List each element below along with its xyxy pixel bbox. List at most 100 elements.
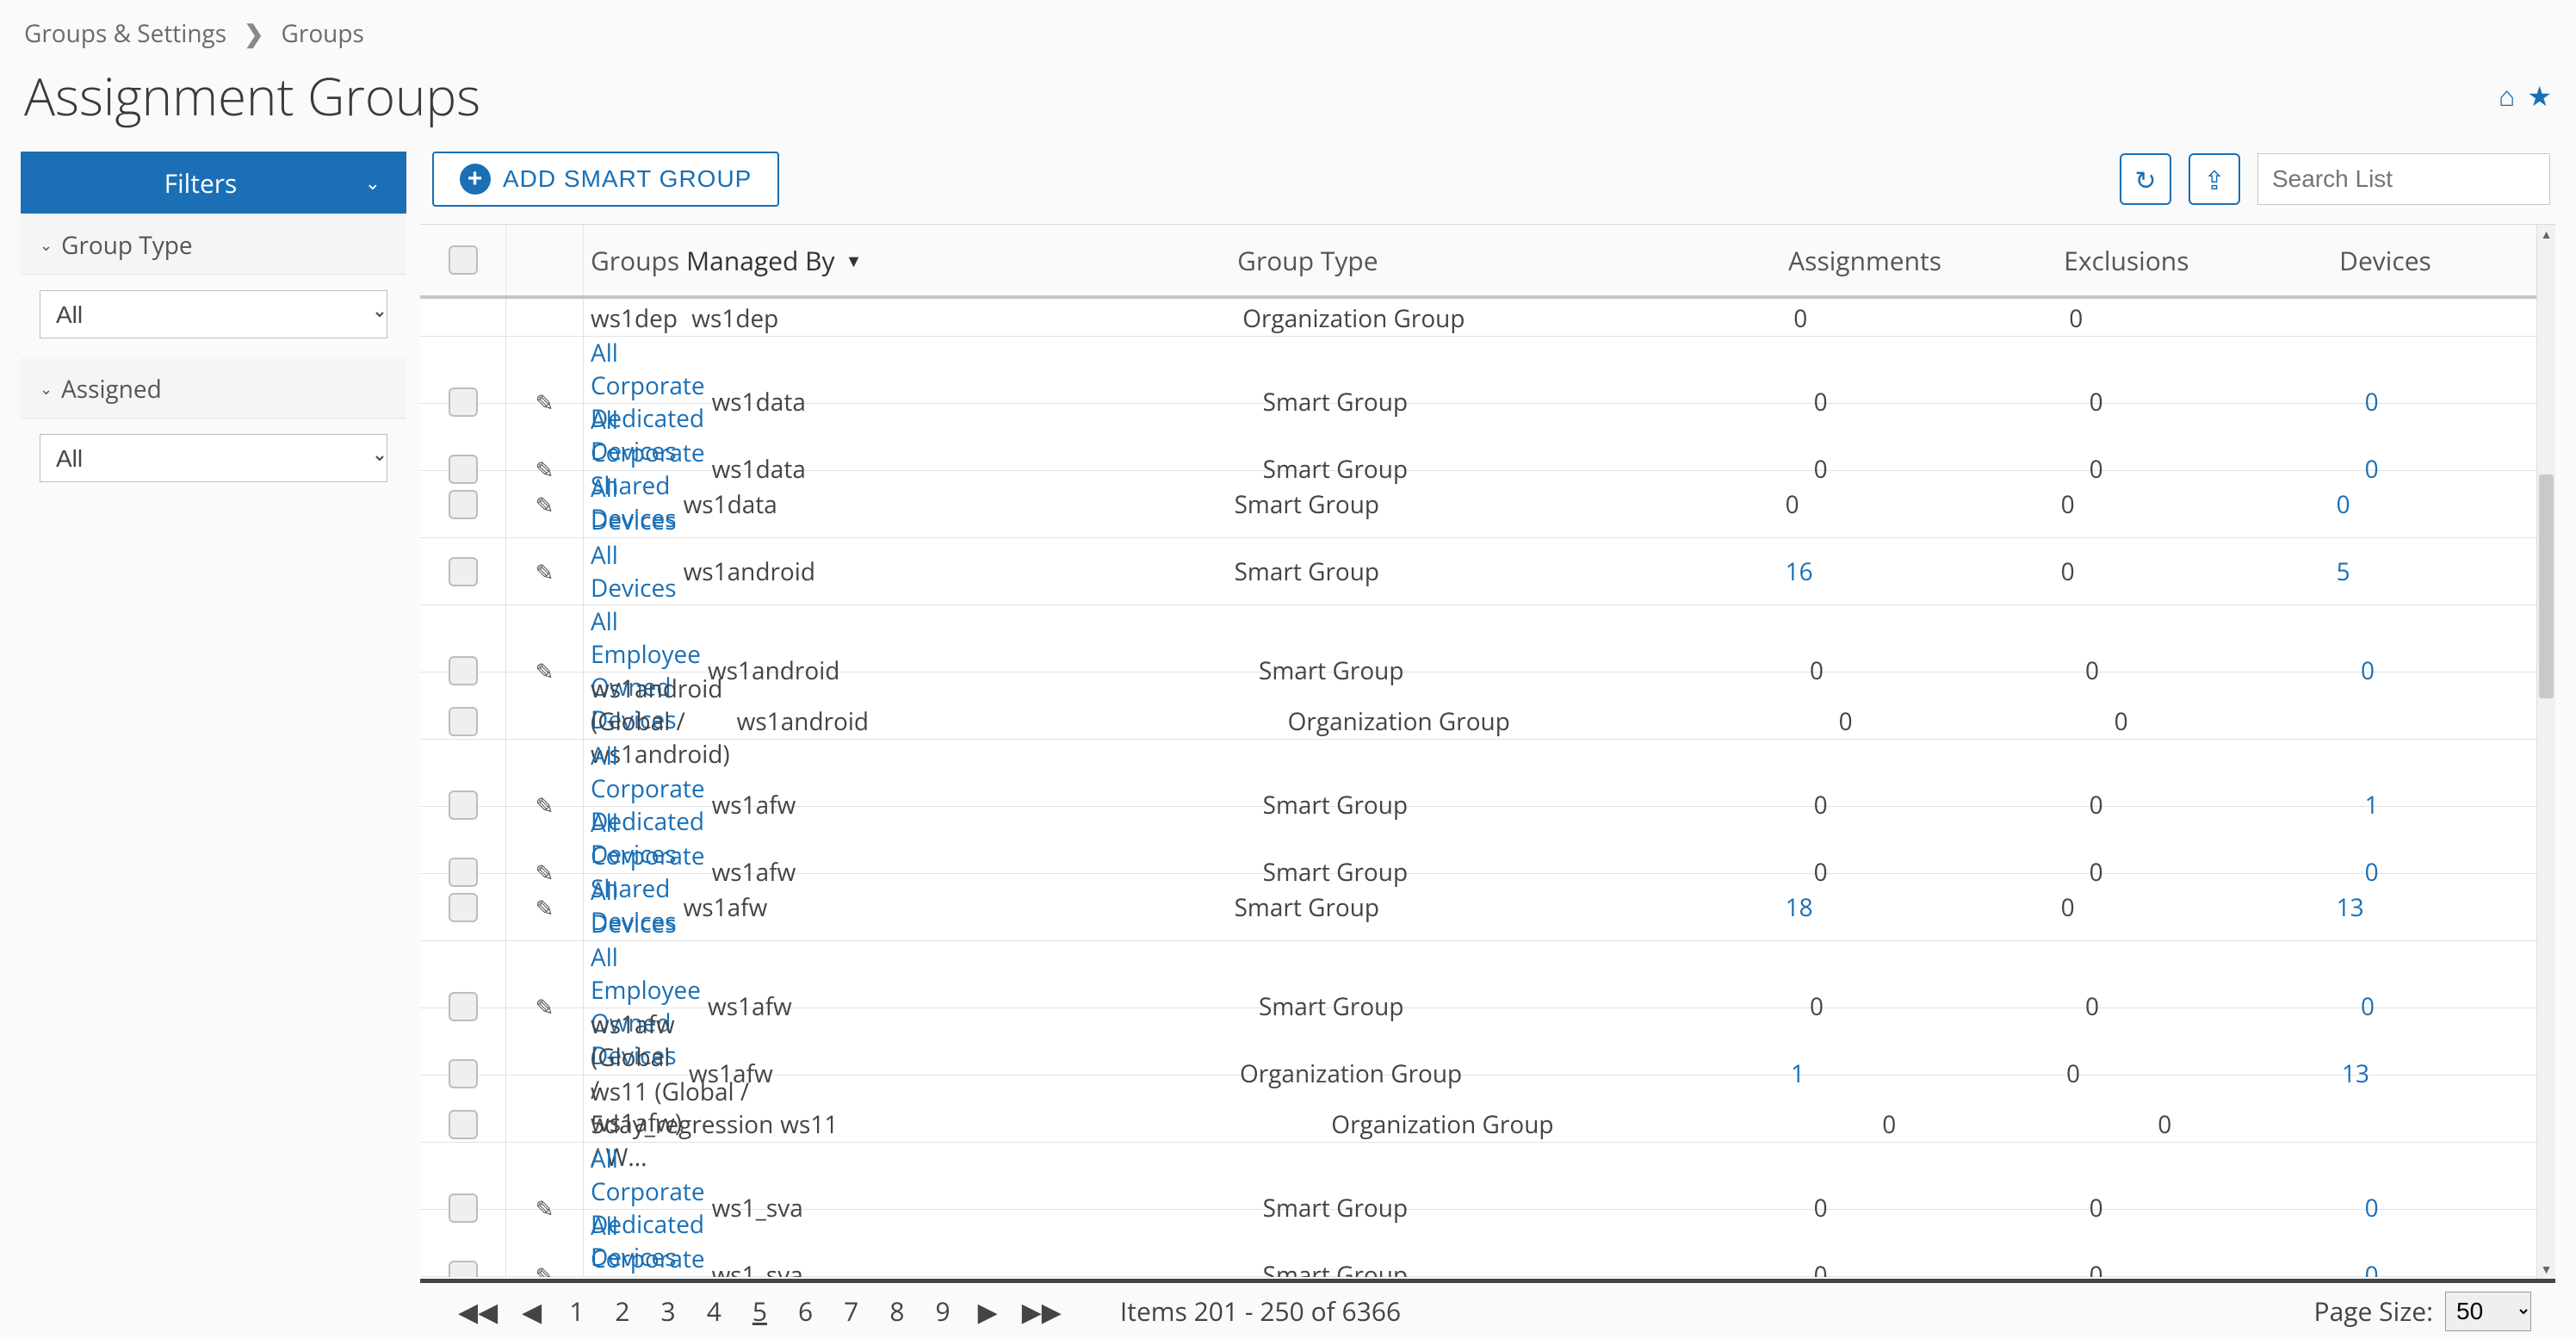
exclusions-cell: 0 — [2108, 705, 2383, 738]
export-button[interactable]: ⇪ — [2189, 153, 2240, 205]
devices-cell[interactable]: 0 — [2365, 453, 2379, 486]
page-size-select[interactable]: 50 — [2445, 1292, 2531, 1331]
col-group-type[interactable]: Group Type — [1230, 243, 1781, 278]
devices-cell[interactable]: 0 — [2365, 1259, 2379, 1277]
devices-cell[interactable]: 0 — [2337, 488, 2350, 521]
exclusions-cell: 0 — [2083, 856, 2358, 889]
group-name[interactable]: All Devices — [591, 875, 677, 940]
devices-cell[interactable]: 0 — [2365, 386, 2379, 418]
managed-by-cell: ws1afw — [705, 856, 1256, 889]
group-name[interactable]: All Corporate Shared Devices — [591, 1210, 705, 1277]
select-all-checkbox[interactable] — [449, 245, 478, 275]
table-row[interactable]: ✎All Corporate Dedicated Devicesws1dataS… — [420, 337, 2555, 404]
exclusions-cell: 0 — [2083, 453, 2358, 486]
prev-page-button[interactable]: ◀ — [522, 1293, 542, 1329]
add-smart-group-button[interactable]: + ADD SMART GROUP — [432, 152, 779, 207]
filters-sidebar: Filters ⌄ ⌄ Group Type All ⌄ Assigned Al… — [21, 152, 406, 1339]
export-icon: ⇪ — [2203, 162, 2225, 197]
table-row[interactable]: ✎All Devicesws1androidSmart Group1605 — [420, 538, 2555, 605]
page-number[interactable]: 1 — [566, 1293, 587, 1329]
assignments-cell[interactable]: 16 — [1786, 555, 1813, 588]
devices-cell[interactable]: 0 — [2365, 856, 2379, 889]
refresh-icon: ↻ — [2134, 162, 2156, 197]
assignments-cell: 0 — [1839, 705, 1853, 738]
breadcrumb: Groups & Settings ❯ Groups — [21, 12, 2555, 53]
col-managed-by[interactable]: Managed By ▼ — [679, 243, 1230, 278]
page-number[interactable]: 7 — [840, 1293, 862, 1329]
devices-cell[interactable]: 0 — [2361, 654, 2375, 687]
col-exclusions[interactable]: Exclusions — [2057, 243, 2332, 278]
assignments-cell: 0 — [1814, 453, 1828, 486]
exclusions-cell: 0 — [2054, 488, 2330, 521]
group-type-cell: Smart Group — [1256, 453, 1807, 486]
row-checkbox[interactable] — [449, 1110, 478, 1139]
managed-by-cell: ws1data — [705, 386, 1256, 418]
exclusions-cell: 0 — [2054, 555, 2330, 588]
refresh-button[interactable]: ↻ — [2120, 153, 2171, 205]
group-name: ws1dep (Global / ws1dep) — [591, 302, 684, 337]
first-page-button[interactable]: ◀◀ — [458, 1293, 498, 1329]
devices-cell[interactable]: 1 — [2365, 789, 2379, 821]
page-number[interactable]: 9 — [932, 1293, 953, 1329]
scroll-down-icon[interactable]: ▼ — [2537, 1260, 2555, 1279]
group-type-cell: Smart Group — [1252, 990, 1803, 1023]
devices-cell[interactable]: 0 — [2365, 1192, 2379, 1224]
row-checkbox[interactable] — [449, 1261, 478, 1277]
assignments-cell: 0 — [1814, 386, 1828, 418]
table-row[interactable]: ✎All Employee Owned Devicesws1afwSmart G… — [420, 941, 2555, 1008]
edit-icon[interactable]: ✎ — [536, 892, 554, 923]
scroll-thumb[interactable] — [2539, 474, 2554, 698]
table-row[interactable]: ✎All Corporate Dedicated Devicesws1afwSm… — [420, 740, 2555, 807]
star-icon[interactable]: ★ — [2527, 77, 2552, 115]
devices-cell[interactable]: 0 — [2361, 990, 2375, 1023]
devices-cell[interactable]: 13 — [2337, 891, 2364, 924]
col-groups[interactable]: Groups — [584, 243, 679, 278]
devices-cell[interactable]: 13 — [2342, 1057, 2369, 1090]
last-page-button[interactable]: ▶▶ — [1022, 1293, 1062, 1329]
page-number[interactable]: 5 — [749, 1293, 771, 1329]
search-input[interactable] — [2257, 153, 2550, 205]
row-checkbox[interactable] — [449, 490, 478, 519]
vertical-scrollbar[interactable]: ▲ ▼ — [2536, 225, 2555, 1279]
table-row[interactable]: ✎All Employee Owned Devicesws1androidSma… — [420, 605, 2555, 673]
chevron-down-icon: ⌄ — [40, 235, 53, 256]
exclusions-cell: 0 — [2083, 1192, 2358, 1224]
row-checkbox[interactable] — [449, 707, 478, 736]
filters-toggle[interactable]: Filters ⌄ — [21, 152, 406, 214]
group-type-cell: Smart Group — [1228, 555, 1779, 588]
assignments-cell[interactable]: 1 — [1791, 1057, 1805, 1090]
group-name[interactable]: All Devices — [591, 472, 677, 537]
edit-icon[interactable]: ✎ — [536, 489, 554, 520]
assignments-cell[interactable]: 18 — [1786, 891, 1813, 924]
row-checkbox[interactable] — [449, 893, 478, 922]
edit-icon[interactable]: ✎ — [536, 556, 554, 587]
assigned-select[interactable]: All — [40, 434, 387, 482]
add-button-label: ADD SMART GROUP — [503, 165, 752, 193]
page-number[interactable]: 6 — [795, 1293, 816, 1329]
group-type-cell: Organization Group — [1281, 705, 1832, 738]
devices-cell[interactable]: 5 — [2337, 555, 2350, 588]
home-icon[interactable]: ⌂ — [2499, 77, 2515, 115]
next-page-button[interactable]: ▶ — [978, 1293, 998, 1329]
group-name[interactable]: All Devices — [591, 539, 677, 604]
managed-by-cell: ws1afw — [705, 789, 1256, 821]
group-type-cell: Organization Group — [1233, 1057, 1784, 1090]
filter-section-group-type[interactable]: ⌄ Group Type — [40, 229, 387, 262]
exclusions-cell: 0 — [2083, 1259, 2358, 1277]
col-assignments[interactable]: Assignments — [1781, 243, 2057, 278]
group-type-cell: Smart Group — [1256, 386, 1807, 418]
breadcrumb-parent[interactable]: Groups & Settings — [24, 17, 226, 50]
page-number[interactable]: 3 — [658, 1293, 679, 1329]
row-checkbox[interactable] — [449, 557, 478, 586]
table-row[interactable]: ws1dep (Global / ws1dep)ws1depOrganizati… — [420, 299, 2555, 337]
scroll-up-icon[interactable]: ▲ — [2537, 225, 2555, 244]
filters-label: Filters — [164, 165, 238, 201]
edit-icon[interactable]: ✎ — [536, 1260, 554, 1277]
group-type-select[interactable]: All — [40, 290, 387, 338]
page-number[interactable]: 4 — [703, 1293, 725, 1329]
page-number[interactable]: 8 — [886, 1293, 907, 1329]
assignments-cell: 0 — [1882, 1108, 1896, 1141]
assignments-cell: 0 — [1810, 990, 1824, 1023]
filter-section-assigned[interactable]: ⌄ Assigned — [40, 373, 387, 406]
page-number[interactable]: 2 — [611, 1293, 633, 1329]
